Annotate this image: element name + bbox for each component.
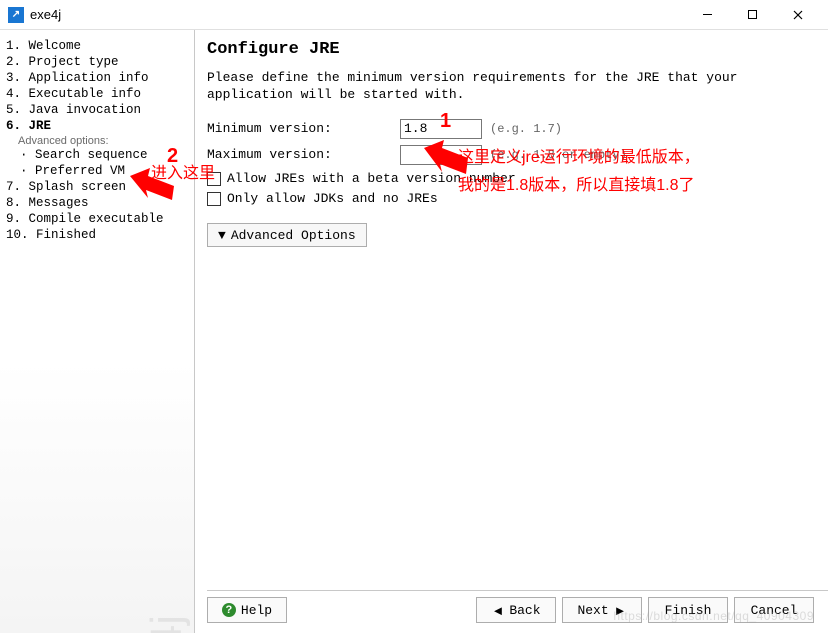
step-project-type[interactable]: 2. Project type [6,54,190,70]
window-titlebar: ↗ exe4j [0,0,828,30]
min-version-input[interactable] [400,119,482,139]
allow-beta-checkbox[interactable] [207,172,221,186]
step-executable-info[interactable]: 4. Executable info [6,86,190,102]
cancel-button[interactable]: Cancel [734,597,814,623]
page-description: Please define the minimum version requir… [207,69,814,103]
step-jre[interactable]: 6. JRE [6,118,190,134]
back-button[interactable]: ◄ Back [476,597,556,623]
page-title: Configure JRE [207,40,814,59]
adv-preferred-vm[interactable]: · Preferred VM [20,163,130,179]
button-bar: ? Help ◄ Back Next ► Finish Cancel [207,590,828,633]
advanced-options-header: Advanced options: [18,135,190,147]
close-button[interactable] [775,1,820,29]
only-jdk-label: Only allow JDKs and no JREs [227,191,438,206]
arrow-right-icon: ► [614,603,627,618]
finish-button[interactable]: Finish [648,597,728,623]
chevron-down-icon: ▼ [218,228,226,243]
app-icon: ↗ [8,7,24,23]
help-icon: ? [222,603,236,617]
step-java-invocation[interactable]: 5. Java invocation [6,102,190,118]
sidebar-watermark: exe4j [142,615,192,633]
step-finished[interactable]: 10. Finished [6,227,190,243]
only-jdk-checkbox[interactable] [207,192,221,206]
max-version-input[interactable] [400,145,482,165]
step-application-info[interactable]: 3. Application info [6,70,190,86]
main-panel: Configure JRE Please define the minimum … [195,30,828,633]
next-button[interactable]: Next ► [562,597,642,623]
step-welcome[interactable]: 1. Welcome [6,38,190,54]
window-title: exe4j [30,7,685,22]
min-version-hint: (e.g. 1.7) [490,122,562,136]
maximize-button[interactable] [730,1,775,29]
max-version-label: Maximum version: [207,147,392,162]
step-compile-executable[interactable]: 9. Compile executable [6,211,190,227]
step-messages[interactable]: 8. Messages [6,195,190,211]
allow-beta-label: Allow JREs with a beta version number [227,171,516,186]
advanced-options-button[interactable]: ▼ Advanced Options [207,223,367,247]
step-splash-screen[interactable]: 7. Splash screen [6,179,146,195]
max-version-hint: (e.g. 1.8 or empty) [490,148,627,162]
steps-sidebar: 1. Welcome 2. Project type 3. Applicatio… [0,30,195,633]
minimize-button[interactable] [685,1,730,29]
min-version-label: Minimum version: [207,121,392,136]
adv-search-sequence[interactable]: · Search sequence [20,147,190,163]
arrow-left-icon: ◄ [491,603,504,618]
help-button[interactable]: ? Help [207,597,287,623]
